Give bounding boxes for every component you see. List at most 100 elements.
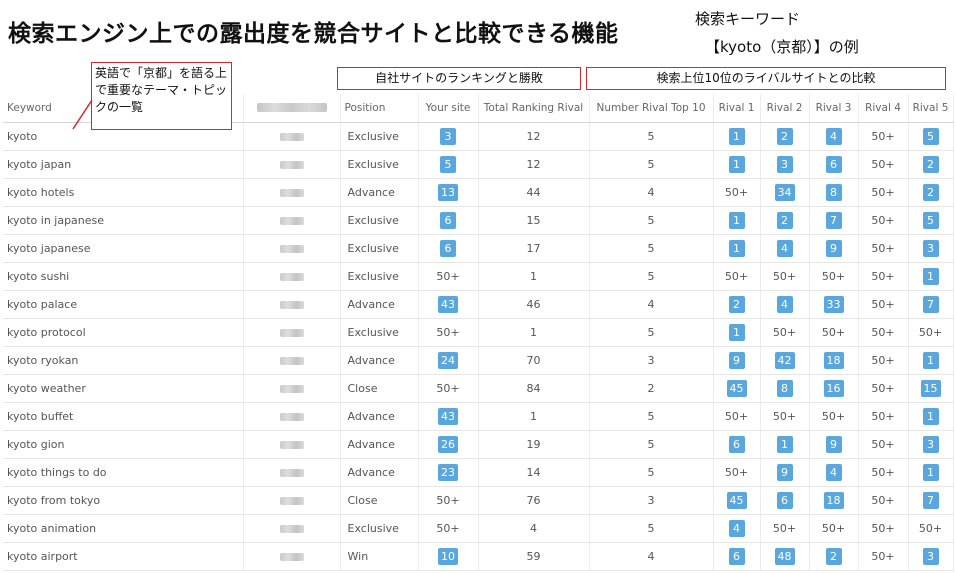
rank-value: 50+ — [436, 325, 460, 339]
rank-badge: 16 — [823, 379, 844, 397]
blurred-cell — [243, 430, 341, 459]
col-rival-5[interactable]: Rival 5 — [908, 94, 954, 123]
position-cell: Exclusive — [340, 318, 419, 347]
table-row[interactable]: kyoto japanese Exclusive 6 17 5 1 4 9 50+ 3 — [3, 234, 954, 263]
col-rival-3[interactable]: Rival 3 — [809, 94, 859, 123]
callout-topics: 英語で「京都」を語る上で重要なテーマ・トピックの一覧 — [91, 62, 232, 130]
rank-badge: 1 — [728, 127, 745, 145]
rank-badge: 24 — [438, 351, 458, 369]
rival-2-cell: 34 — [760, 178, 810, 207]
rival-3-cell: 50+ — [809, 514, 859, 543]
keyword-cell: kyoto ryokan — [3, 346, 244, 375]
rank-value: 50+ — [871, 409, 895, 423]
rival-3-cell: 4 — [809, 122, 859, 151]
table-row[interactable]: kyoto ryokan Advance 24 70 3 9 42 18 50+ 1 — [3, 346, 954, 375]
position-cell: Advance — [340, 346, 419, 375]
rank-badge: 6 — [440, 239, 456, 257]
rival-5-cell: 15 — [908, 374, 954, 403]
rival-3-cell: 16 — [809, 374, 859, 403]
your-site-cell: 43 — [418, 290, 479, 319]
rank-badge: 1 — [922, 351, 939, 369]
blurred-cell — [243, 374, 341, 403]
blurred-text — [279, 384, 304, 393]
table-row[interactable]: kyoto weather Close 50+ 84 2 45 8 16 50+ 15 — [3, 374, 954, 403]
rival-1-cell: 50+ — [713, 262, 761, 291]
blurred-text — [256, 103, 327, 113]
keyword-cell: kyoto animation — [3, 514, 244, 543]
rank-value: 50+ — [772, 325, 797, 339]
rank-badge: 9 — [825, 435, 842, 453]
rival-5-cell: 7 — [908, 486, 954, 515]
rival-2-cell: 3 — [760, 150, 810, 179]
rank-badge: 13 — [438, 183, 458, 201]
rival-4-cell: 50+ — [858, 290, 909, 319]
rank-badge: 23 — [438, 463, 458, 481]
rival-3-cell: 50+ — [809, 262, 859, 291]
your-site-cell: 5 — [418, 150, 479, 179]
col-rival-1[interactable]: Rival 1 — [713, 94, 761, 123]
table-row[interactable]: kyoto buffet Advance 43 1 5 50+ 50+ 50+ 50+ 1 — [3, 402, 954, 431]
col-your-site[interactable]: Your site — [418, 94, 479, 123]
total-ranking-cell: 59 — [478, 542, 590, 571]
rank-badge: 2 — [825, 547, 842, 565]
table-row[interactable]: kyoto japan Exclusive 5 12 5 1 3 6 50+ 2 — [3, 150, 954, 179]
rank-value: 50+ — [724, 409, 749, 423]
blurred-text — [279, 440, 304, 449]
rank-value: 50+ — [724, 269, 749, 283]
blurred-text — [279, 160, 304, 169]
rival-3-cell: 9 — [809, 234, 859, 263]
rank-value: 50+ — [772, 269, 797, 283]
table-row[interactable]: kyoto animation Exclusive 50+ 4 5 4 50+ 50+ 50+ 5… — [3, 514, 954, 543]
total-ranking-cell: 12 — [478, 122, 590, 151]
total-ranking-cell: 12 — [478, 150, 590, 179]
position-cell: Exclusive — [340, 122, 419, 151]
table-row[interactable]: kyoto things to do Advance 23 14 5 50+ 9 4 50+ 1 — [3, 458, 954, 487]
table-row[interactable]: kyoto sushi Exclusive 50+ 1 5 50+ 50+ 50+ 50+ 1 — [3, 262, 954, 291]
table-row[interactable]: kyoto hotels Advance 13 44 4 50+ 34 8 50+ 2 — [3, 178, 954, 207]
rival-1-cell: 1 — [713, 318, 761, 347]
position-cell: Advance — [340, 402, 419, 431]
total-ranking-cell: 1 — [478, 262, 590, 291]
blurred-cell — [243, 234, 341, 263]
keyword-cell: kyoto protocol — [3, 318, 244, 347]
blurred-cell — [243, 262, 341, 291]
rival-4-cell: 50+ — [858, 402, 909, 431]
rank-value: 50+ — [871, 549, 895, 563]
rival-5-cell: 3 — [908, 430, 954, 459]
rank-badge: 42 — [774, 351, 795, 369]
page-title: 検索エンジン上での露出度を競合サイトと比較できる機能 — [8, 21, 619, 47]
rank-badge: 6 — [728, 547, 745, 565]
callout-rivals: 検索上位10位のライバルサイトとの比較 — [586, 67, 946, 90]
rival-4-cell: 50+ — [858, 262, 909, 291]
table-row[interactable]: kyoto from tokyo Close 50+ 76 3 45 6 18 50+ 7 — [3, 486, 954, 515]
rival-top10-cell: 5 — [589, 234, 714, 263]
rival-4-cell: 50+ — [858, 514, 909, 543]
rank-badge: 9 — [825, 239, 842, 257]
rank-badge: 1 — [922, 267, 939, 285]
table-row[interactable]: kyoto gion Advance 26 19 5 6 1 9 50+ 3 — [3, 430, 954, 459]
rank-badge: 5 — [922, 211, 939, 229]
rival-1-cell: 9 — [713, 346, 761, 375]
rank-badge: 5 — [922, 127, 939, 145]
rival-1-cell: 50+ — [713, 178, 761, 207]
col-rival-4[interactable]: Rival 4 — [858, 94, 909, 123]
table-row[interactable]: kyoto palace Advance 43 46 4 2 4 33 50+ 7 — [3, 290, 954, 319]
table-row[interactable]: kyoto protocol Exclusive 50+ 1 5 1 50+ 50+ 50+ 50… — [3, 318, 954, 347]
rank-value: 50+ — [436, 493, 460, 507]
col-total-ranking-rival[interactable]: Total Ranking Rival — [478, 94, 590, 123]
position-cell: Close — [340, 486, 419, 515]
rival-3-cell: 18 — [809, 486, 859, 515]
rival-5-cell: 2 — [908, 150, 954, 179]
table-row[interactable]: kyoto in japanese Exclusive 6 15 5 1 2 7 50+ 5 — [3, 206, 954, 235]
rival-5-cell: 3 — [908, 234, 954, 263]
table-row[interactable]: kyoto airport Win 10 59 4 6 48 2 50+ 3 — [3, 542, 954, 571]
col-rival-2[interactable]: Rival 2 — [760, 94, 810, 123]
your-site-cell: 6 — [418, 206, 479, 235]
col-position[interactable]: Position — [340, 94, 419, 123]
blurred-cell — [243, 458, 341, 487]
rank-badge: 34 — [774, 183, 795, 201]
col-number-rival-top10[interactable]: Number Rival Top 10 — [589, 94, 714, 123]
keyword-cell: kyoto things to do — [3, 458, 244, 487]
rival-2-cell: 2 — [760, 206, 810, 235]
rival-1-cell: 45 — [713, 486, 761, 515]
